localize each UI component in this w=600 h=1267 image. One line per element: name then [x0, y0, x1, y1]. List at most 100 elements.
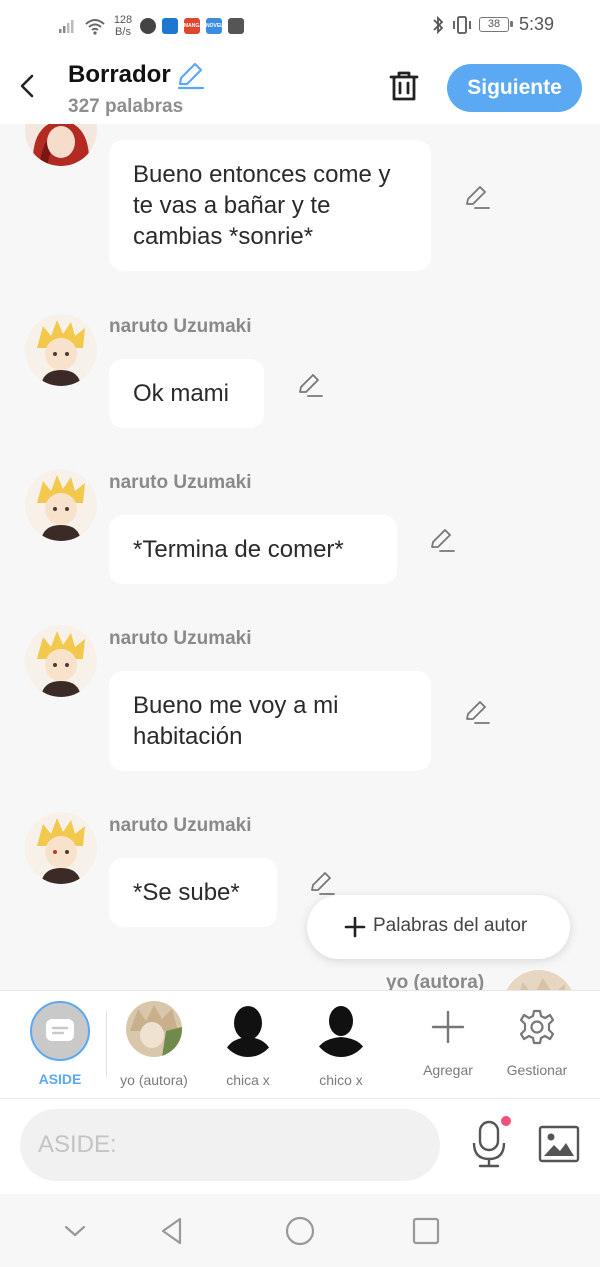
avatar[interactable]	[25, 812, 97, 884]
character-chico-x[interactable]: chico x	[296, 1001, 386, 1088]
battery-level: 38	[487, 18, 501, 30]
character-label: ASIDE	[38, 1071, 82, 1087]
pencil-icon	[177, 62, 205, 90]
character-name: naruto Uzumaki	[109, 316, 252, 337]
character-name: naruto Uzumaki	[109, 815, 252, 836]
pencil-icon	[431, 529, 455, 552]
naruto-avatar	[25, 625, 97, 697]
character-label: chico x	[319, 1072, 363, 1088]
character-aside[interactable]: ASIDE	[15, 1001, 105, 1087]
character-label: chica x	[226, 1072, 270, 1088]
vibrate-icon	[453, 15, 471, 34]
edit-message-button[interactable]	[428, 527, 456, 555]
voice-input-button[interactable]	[468, 1119, 510, 1169]
nav-recents-button[interactable]	[409, 1214, 443, 1248]
pencil-icon	[466, 701, 490, 724]
word-count: 327 palabras	[68, 96, 184, 117]
message-bubble[interactable]: Bueno entonces come y te vas a bañar y t…	[109, 140, 431, 271]
pencil-icon	[311, 872, 335, 895]
signal-icon	[59, 20, 74, 33]
image-icon	[538, 1125, 580, 1163]
manage-characters-button[interactable]: Gestionar	[492, 1007, 582, 1078]
character-bar: ASIDE yo (autora) chica x chico x Agrega…	[0, 990, 600, 1099]
chat-bubble-icon	[46, 1019, 74, 1041]
plus-icon	[344, 916, 366, 938]
hide-keyboard-button[interactable]	[58, 1214, 92, 1248]
message-bubble[interactable]: Bueno me voy a mi habitación	[109, 671, 431, 771]
character-avatar	[126, 1001, 182, 1057]
status-bar-left: 128 B/s MANGA TOON NOVEL TOON	[58, 10, 244, 42]
network-speed-value: 128	[113, 14, 133, 26]
input-row	[0, 1099, 600, 1194]
naruto-avatar	[25, 812, 97, 884]
edit-message-button[interactable]	[296, 372, 324, 400]
network-speed-unit: B/s	[115, 26, 131, 38]
add-label: Agregar	[423, 1062, 473, 1078]
edit-message-button[interactable]	[308, 870, 336, 898]
author-avatar	[126, 1001, 182, 1057]
manage-label: Gestionar	[506, 1062, 568, 1078]
status-bar: 128 B/s MANGA TOON NOVEL TOON 38 5:39	[0, 0, 600, 52]
avatar[interactable]	[25, 625, 97, 697]
divider	[106, 1011, 107, 1077]
page-title: Borrador	[68, 61, 171, 88]
next-button[interactable]: Siguiente	[447, 64, 582, 112]
clock: 5:39	[518, 14, 554, 34]
silhouette-male-icon	[315, 1006, 367, 1057]
facebook-icon	[228, 18, 244, 34]
character-name: naruto Uzumaki	[109, 472, 252, 493]
character-avatar	[313, 1001, 369, 1057]
battery-icon: 38	[478, 17, 513, 32]
message-bubble[interactable]: *Termina de comer*	[109, 515, 397, 584]
triangle-back-icon	[161, 1217, 182, 1245]
character-yo-autora[interactable]: yo (autora)	[109, 1001, 199, 1088]
trash-icon	[389, 71, 419, 101]
edit-title-button[interactable]	[176, 62, 206, 90]
back-button[interactable]	[14, 70, 42, 102]
message-text: Bueno me voy a mi habitación	[133, 692, 339, 750]
manga-toon-icon: MANGA TOON	[184, 18, 200, 34]
avatar[interactable]	[503, 970, 575, 990]
shield-app-icon	[162, 18, 178, 34]
character-avatar	[220, 1001, 276, 1057]
chat-area[interactable]: Bueno entonces come y te vas a bañar y t…	[0, 124, 600, 990]
author-words-button[interactable]: Palabras del autor	[307, 895, 570, 959]
message-text: *Termina de comer*	[133, 536, 344, 563]
pencil-icon	[466, 186, 490, 209]
delete-button[interactable]	[386, 68, 422, 104]
microphone-icon	[472, 1120, 506, 1168]
network-speed: 128 B/s	[112, 14, 134, 38]
message-text: Ok mami	[133, 380, 229, 407]
novel-toon-icon: NOVEL TOON	[206, 18, 222, 34]
avatar[interactable]	[25, 124, 97, 166]
pencil-icon	[299, 374, 323, 397]
bluetooth-icon	[433, 15, 444, 34]
gear-icon	[517, 1007, 557, 1047]
message-text: Bueno entonces come y te vas a bañar y t…	[133, 161, 391, 250]
character-name: naruto Uzumaki	[109, 628, 252, 649]
red-hair-avatar	[25, 124, 97, 166]
square-recents-icon	[412, 1217, 440, 1245]
silhouette-female-icon	[224, 1006, 272, 1057]
aside-input[interactable]	[20, 1109, 440, 1181]
message-bubble[interactable]: *Se sube*	[109, 858, 277, 927]
chrome-icon	[140, 18, 156, 34]
edit-message-button[interactable]	[463, 184, 491, 212]
aside-avatar	[30, 1001, 90, 1061]
nav-back-button[interactable]	[155, 1214, 189, 1248]
plus-icon	[428, 1007, 468, 1047]
edit-message-button[interactable]	[463, 699, 491, 727]
insert-image-button[interactable]	[538, 1125, 580, 1163]
avatar[interactable]	[25, 314, 97, 386]
add-character-button[interactable]: Agregar	[403, 1007, 493, 1078]
system-nav-bar	[0, 1194, 600, 1267]
message-bubble[interactable]: Ok mami	[109, 359, 264, 428]
character-label: yo (autora)	[120, 1072, 188, 1088]
character-chica-x[interactable]: chica x	[203, 1001, 293, 1088]
notification-dot	[501, 1116, 511, 1126]
naruto-avatar	[25, 469, 97, 541]
nav-home-button[interactable]	[283, 1214, 317, 1248]
avatar[interactable]	[25, 469, 97, 541]
wifi-icon	[85, 19, 105, 35]
naruto-avatar	[25, 314, 97, 386]
